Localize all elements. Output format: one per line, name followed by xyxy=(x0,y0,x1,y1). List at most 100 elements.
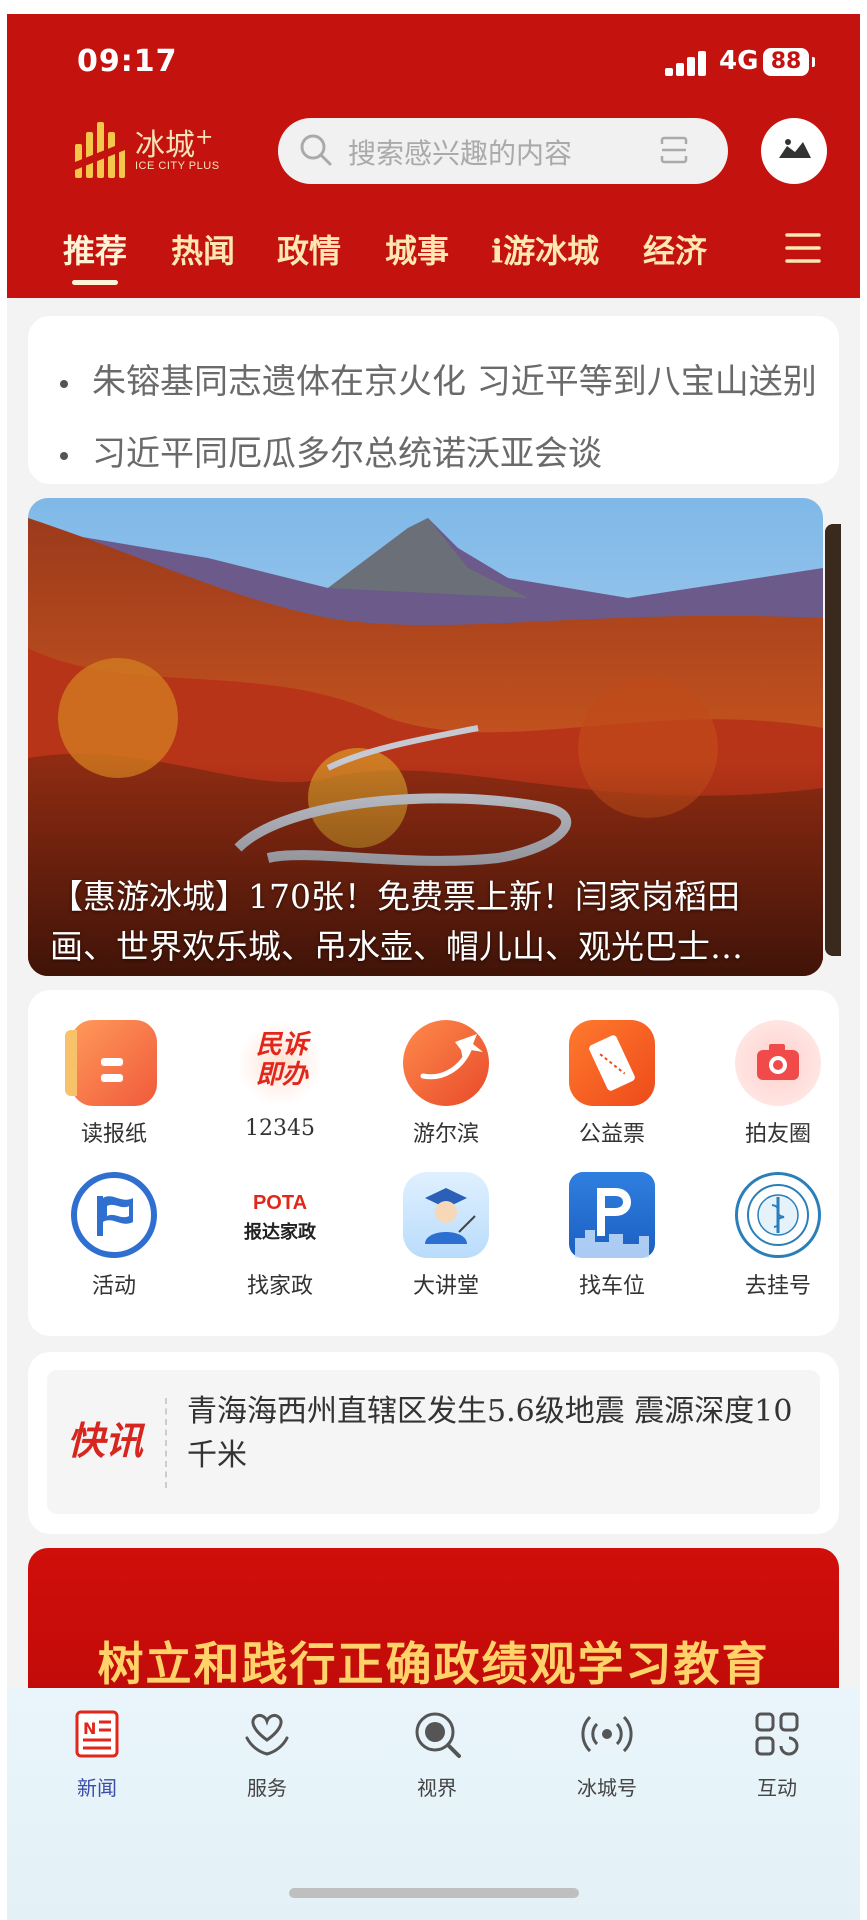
app-logo[interactable]: 冰城+ ICE CITY PLUS xyxy=(73,116,233,186)
status-time: 09:17 xyxy=(77,44,178,79)
tab-economy[interactable]: 经济 xyxy=(643,226,707,272)
service-12345[interactable]: 民诉 即办 12345 xyxy=(210,1020,350,1141)
app-screen: 09:17 4G 88 冰城+ ICE CITY PLUS 搜索感兴趣的内容 推… xyxy=(7,14,860,1920)
camera-glyph-icon xyxy=(757,1044,799,1080)
service-activities[interactable]: 活动 xyxy=(44,1172,184,1300)
service-photo-circle[interactable]: 拍友圈 xyxy=(708,1020,848,1148)
search-bar[interactable]: 搜索感兴趣的内容 xyxy=(278,118,728,184)
logo-plus: + xyxy=(195,125,214,150)
flag-icon xyxy=(71,1172,157,1258)
user-avatar[interactable] xyxy=(761,118,827,184)
services-grid: 读报纸 民诉 即办 12345 游尔滨 公益票 拍友圈 活动 POTA 报达家政… xyxy=(28,990,839,1336)
camera-icon xyxy=(735,1020,821,1106)
health-emblem-icon xyxy=(747,1184,809,1246)
nav-ice-city-account[interactable]: 冰城号 xyxy=(547,1706,667,1801)
headline-text: 朱镕基同志遗体在京火化 习近平等到八宝山送别 xyxy=(92,362,817,402)
newspaper-icon xyxy=(65,1020,157,1106)
service-read-newspaper[interactable]: 读报纸 xyxy=(44,1020,184,1148)
flash-news-box: 快讯 青海海西州直辖区发生5.6级地震 震源深度10千米 xyxy=(47,1370,820,1514)
logo-subtitle: ICE CITY PLUS xyxy=(135,160,220,172)
service-travel-harbin[interactable]: 游尔滨 xyxy=(376,1020,516,1148)
network-type: 4G xyxy=(719,46,759,76)
flag-glyph-icon xyxy=(97,1196,133,1236)
ticket-icon xyxy=(569,1020,655,1106)
divider xyxy=(165,1398,167,1488)
tab-travel[interactable]: i游冰城 xyxy=(491,226,599,272)
broadcast-icon xyxy=(581,1715,633,1753)
tab-city[interactable]: 城事 xyxy=(385,226,449,272)
headlines-card: 朱镕基同志遗体在京火化 习近平等到八宝山送别 习近平同厄瓜多尔总统诺沃亚会谈 xyxy=(28,316,839,484)
nav-label: 冰城号 xyxy=(577,1776,637,1800)
service-lecture-hall[interactable]: 大讲堂 xyxy=(376,1172,516,1300)
service-register[interactable]: 去挂号 xyxy=(708,1172,848,1300)
service-label: 游尔滨 xyxy=(412,1122,479,1147)
bullet-icon xyxy=(60,380,68,388)
tab-politics[interactable]: 政情 xyxy=(277,226,341,272)
svg-text:N: N xyxy=(83,1719,96,1738)
banner-caption-line2: 画、世界欢乐城、吊水壶、帽儿山、观光巴士… xyxy=(50,927,743,966)
hotline-icon-text-2: 即办 xyxy=(255,1060,308,1090)
interaction-icon xyxy=(755,1712,799,1756)
nav-vision[interactable]: 视界 xyxy=(377,1706,497,1801)
flash-news-card[interactable]: 快讯 青海海西州直辖区发生5.6级地震 震源深度10千米 xyxy=(28,1352,839,1534)
service-label: 读报纸 xyxy=(80,1122,147,1147)
parking-glyph-icon xyxy=(575,1188,649,1258)
service-label: 12345 xyxy=(245,1116,315,1141)
pota-logo-text: POTA xyxy=(252,1192,308,1214)
banner-caption: 【惠游冰城】170张！免费票上新！闫家岗稻田 画、世界欢乐城、吊水壶、帽儿山、观… xyxy=(28,872,808,972)
home-indicator[interactable] xyxy=(289,1888,579,1898)
plane-icon xyxy=(403,1020,489,1106)
search-placeholder: 搜索感兴趣的内容 xyxy=(348,137,573,170)
banner-caption-line1: 【惠游冰城】170张！免费票上新！闫家岗稻田 xyxy=(50,877,740,916)
tab-hot[interactable]: 热闻 xyxy=(171,226,235,272)
phone-screen: 09:17 4G 88 冰城+ ICE CITY PLUS 搜索感兴趣的内容 推… xyxy=(0,0,867,1920)
service-find-parking[interactable]: 找车位 xyxy=(542,1172,682,1300)
housekeeping-logo-text: 报达家政 xyxy=(244,1222,316,1243)
signal-icon xyxy=(665,50,709,76)
bullet-icon xyxy=(60,452,68,460)
hotline-icon-text-1: 民诉 xyxy=(255,1030,308,1060)
service-label: 找家政 xyxy=(246,1274,313,1299)
headline-item[interactable]: 朱镕基同志遗体在京火化 习近平等到八宝山送别 xyxy=(60,354,820,403)
service-label: 去挂号 xyxy=(744,1274,811,1299)
service-label: 找车位 xyxy=(578,1274,645,1299)
service-housekeeping[interactable]: POTA 报达家政 找家政 xyxy=(210,1172,350,1300)
ice-city-logo-icon xyxy=(75,122,125,178)
headline-item[interactable]: 习近平同厄瓜多尔总统诺沃亚会谈 xyxy=(60,426,820,475)
citizen-hotline-icon: 民诉 即办 xyxy=(237,1020,323,1106)
service-label: 活动 xyxy=(91,1274,136,1299)
heart-hand-icon xyxy=(245,1714,289,1756)
active-tab-indicator xyxy=(72,280,118,285)
nav-label: 视界 xyxy=(417,1776,457,1800)
service-label: 大讲堂 xyxy=(412,1274,479,1299)
battery-icon: 88 xyxy=(763,48,815,76)
news-icon: N xyxy=(75,1710,119,1758)
menu-icon[interactable] xyxy=(785,230,821,266)
nav-label: 服务 xyxy=(247,1776,287,1800)
housekeeping-icon: POTA 报达家政 xyxy=(237,1172,323,1258)
tab-recommend[interactable]: 推荐 xyxy=(63,226,127,272)
scan-icon[interactable] xyxy=(658,134,690,166)
nav-interaction[interactable]: 互动 xyxy=(717,1706,837,1801)
airplane-glyph-icon xyxy=(420,1034,483,1080)
service-charity-ticket[interactable]: 公益票 xyxy=(542,1020,682,1148)
service-label: 公益票 xyxy=(578,1122,645,1147)
teacher-glyph-icon xyxy=(425,1188,476,1244)
headline-text: 习近平同厄瓜多尔总统诺沃亚会谈 xyxy=(92,434,602,474)
nav-label: 新闻 xyxy=(77,1776,117,1800)
logo-text: 冰城 xyxy=(135,128,195,163)
hospital-icon xyxy=(735,1172,821,1258)
globe-search-icon xyxy=(415,1712,461,1758)
promo-banner-text: 树立和践行正确政绩观学习教育 xyxy=(97,1637,770,1691)
flash-text: 青海海西州直辖区发生5.6级地震 震源深度10千米 xyxy=(187,1394,793,1473)
parking-icon xyxy=(569,1172,655,1258)
service-label: 拍友圈 xyxy=(744,1122,811,1147)
ticket-glyph-icon xyxy=(589,1035,635,1091)
next-banner-peek[interactable] xyxy=(825,524,841,956)
nav-services[interactable]: 服务 xyxy=(207,1706,327,1801)
nav-label: 互动 xyxy=(757,1776,797,1800)
app-header: 09:17 4G 88 冰城+ ICE CITY PLUS 搜索感兴趣的内容 推… xyxy=(7,14,860,298)
nav-news[interactable]: N 新闻 xyxy=(37,1706,157,1801)
flash-tag: 快讯 xyxy=(67,1418,144,1463)
bottom-navigation: N 新闻 服务 视界 冰城号 互动 xyxy=(7,1688,860,1920)
